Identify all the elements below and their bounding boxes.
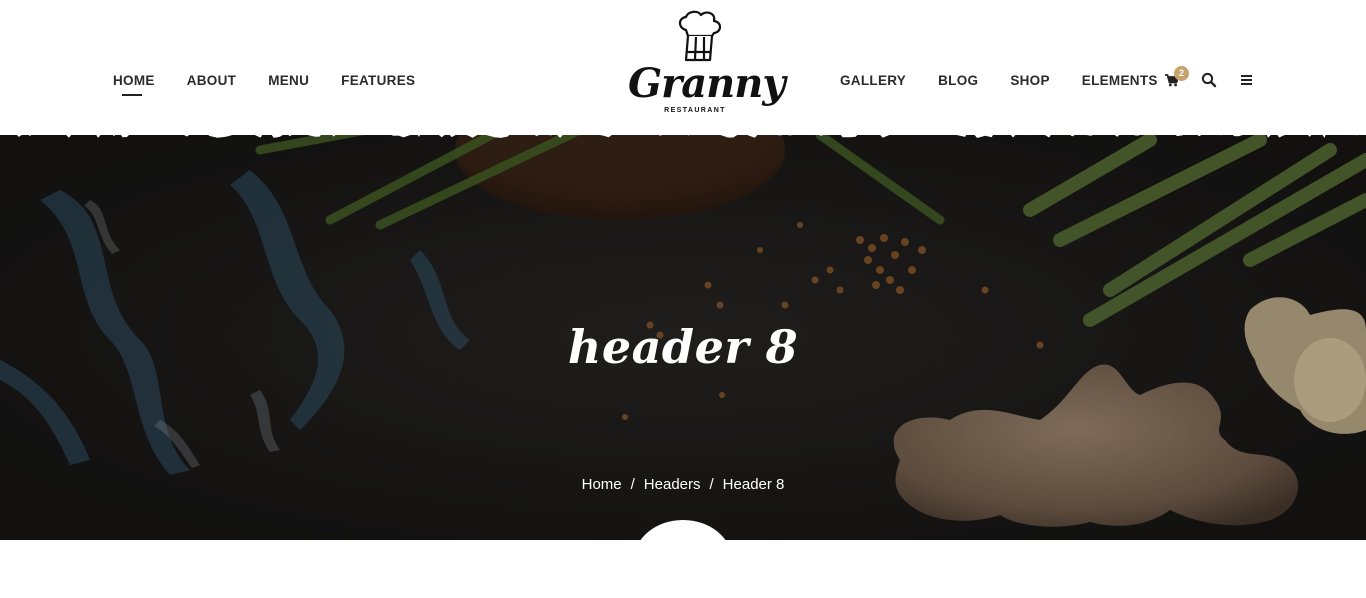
cart-count-badge: 2 [1174, 66, 1189, 81]
nav-link-menu[interactable]: MENU [268, 73, 309, 89]
search-icon[interactable] [1201, 72, 1219, 90]
breadcrumb-separator: / [709, 476, 714, 493]
nav-link-elements[interactable]: ELEMENTS [1082, 73, 1158, 89]
site-header: HOME ABOUT MENU FEATURES Granny RESTAURA… [0, 0, 1366, 135]
primary-nav-right: GALLERY BLOG SHOP ELEMENTS [840, 73, 1190, 89]
logo-subtitle: RESTAURANT [664, 107, 726, 114]
torn-paper-edge [0, 126, 1366, 138]
nav-link-blog[interactable]: BLOG [938, 73, 978, 89]
breadcrumb-headers-link[interactable]: Headers [644, 476, 701, 493]
breadcrumb: Home / Headers / Header 8 [0, 476, 1366, 493]
nav-link-features[interactable]: FEATURES [341, 73, 415, 89]
chef-hat-icon [678, 10, 722, 62]
nav-link-shop[interactable]: SHOP [1010, 73, 1049, 89]
page-title: header 8 [567, 320, 799, 374]
breadcrumb-separator: / [630, 476, 635, 493]
nav-link-about[interactable]: ABOUT [187, 73, 237, 89]
page-hero: header 8 Home / Headers / Header 8 [0, 130, 1366, 540]
site-logo[interactable]: Granny RESTAURANT [628, 10, 786, 118]
nav-link-gallery[interactable]: GALLERY [840, 73, 906, 89]
primary-nav-left: HOME ABOUT MENU FEATURES [113, 73, 447, 96]
nav-link-home[interactable]: HOME [113, 73, 155, 96]
logo-wordmark: Granny [628, 60, 786, 107]
breadcrumb-current: Header 8 [722, 476, 785, 493]
breadcrumb-home-link[interactable]: Home [582, 476, 622, 493]
hamburger-menu-icon[interactable] [1239, 72, 1257, 90]
